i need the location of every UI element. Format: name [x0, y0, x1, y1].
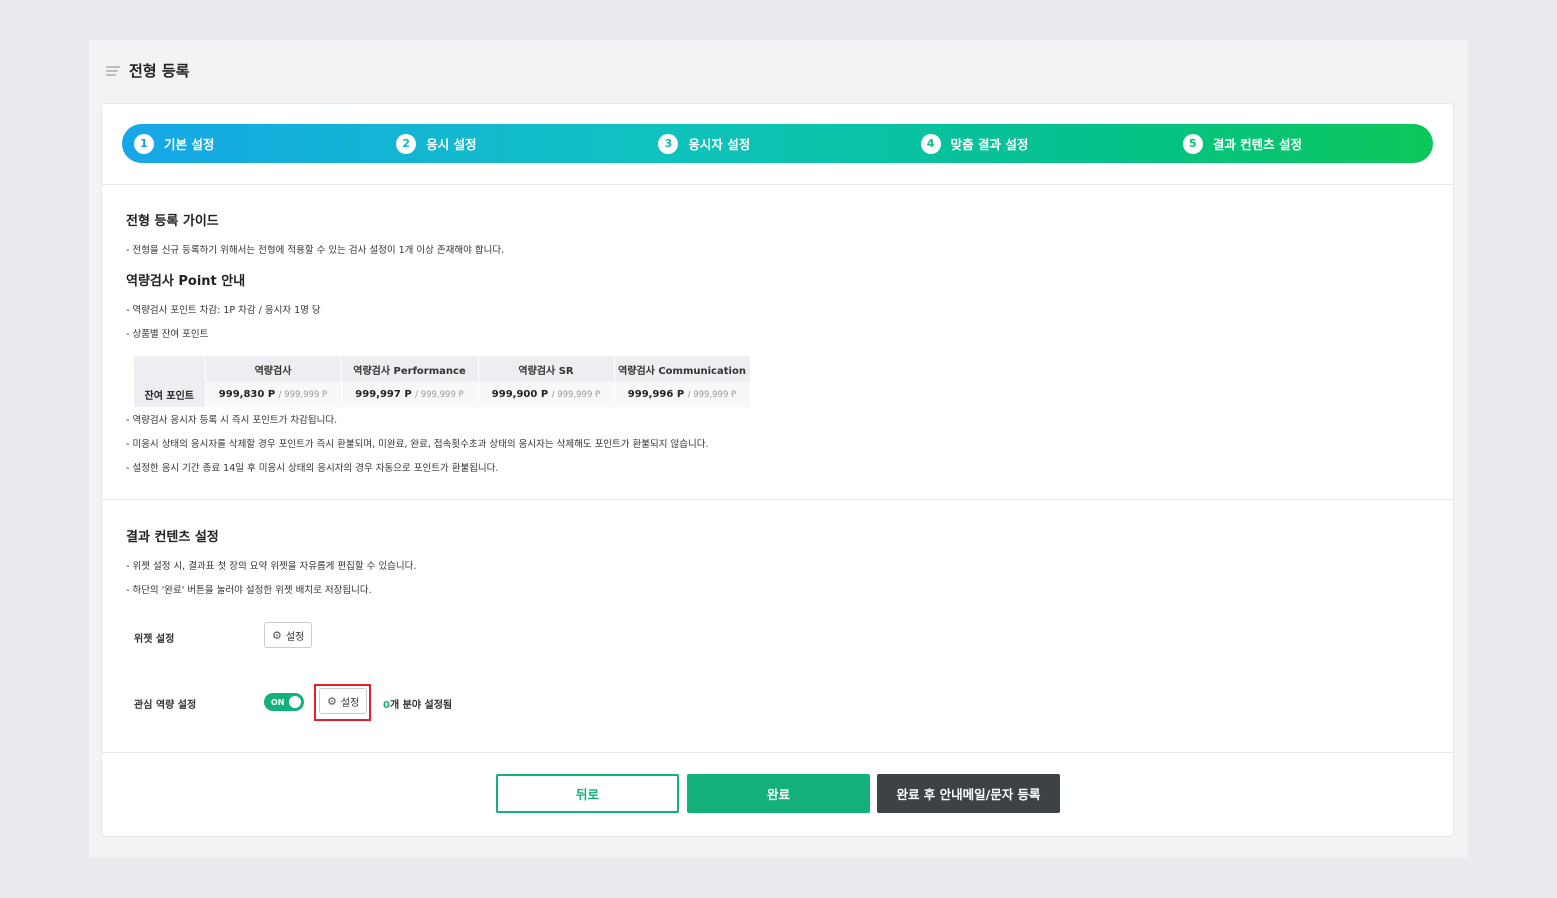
- point-note: - 설정한 응시 기간 종료 14일 후 미응시 상태의 응시자의 경우 자동으…: [126, 463, 499, 474]
- step-number: 2: [396, 133, 417, 154]
- points-value: 999,997 P: [355, 389, 412, 400]
- points-max: / 999,999 P: [415, 390, 464, 400]
- step-exam-settings[interactable]: 2 응시 설정: [384, 124, 646, 163]
- done-button[interactable]: 완료: [687, 774, 870, 813]
- interest-count-suffix: 개 분야 설정됨: [389, 700, 453, 711]
- point-note: - 역량검사 포인트 차감: 1P 차감 / 응시자 1명 당: [126, 305, 321, 316]
- step-number: 1: [134, 133, 154, 154]
- guide-section: 전형 등록 가이드 - 전형을 신규 등록하기 위해서는 전형에 적용할 수 있…: [126, 210, 1426, 490]
- progress-stepper: 1 기본 설정 2 응시 설정 3 응시자 설정 4 맞춤 결과 설정 5 결과…: [122, 124, 1433, 163]
- table-row: 잔여 포인트 999,830 P / 999,999 P 999,997 P /…: [134, 382, 751, 407]
- result-section: 결과 컨텐츠 설정 - 위젯 설정 시, 결과표 첫 장의 요약 위젯을 자유롭…: [126, 526, 1426, 756]
- step-label: 응시 설정: [426, 137, 477, 152]
- toggle-knob: [289, 696, 301, 708]
- back-button[interactable]: 뒤로: [496, 774, 679, 813]
- step-label: 결과 컨텐츠 설정: [1212, 137, 1303, 152]
- list-icon: [106, 65, 120, 76]
- button-label: 설정: [340, 697, 360, 709]
- result-note: - 위젯 설정 시, 결과표 첫 장의 요약 위젯을 자유롭게 편집할 수 있습…: [126, 561, 417, 572]
- row-label: 잔여 포인트: [134, 382, 206, 407]
- table-cell: 999,830 P / 999,999 P: [205, 382, 342, 407]
- points-max: / 999,999 P: [278, 390, 328, 400]
- points-table: 역량검사 역량검사 Performance 역량검사 SR 역량검사 Commu…: [134, 356, 751, 407]
- main-panel: 전형 등록 1 기본 설정 2 응시 설정 3 응시자 설정 4 맞춤 결과 설…: [89, 40, 1468, 858]
- page-title: 전형 등록: [129, 62, 190, 80]
- interest-competency-label: 관심 역량 설정: [134, 700, 197, 711]
- interest-count: 0: [383, 700, 390, 711]
- result-title: 결과 컨텐츠 설정: [126, 530, 219, 545]
- divider: [102, 752, 1453, 753]
- page-header: 전형 등록: [106, 60, 189, 81]
- points-value: 999,996 P: [627, 389, 685, 400]
- toggle-label: ON: [271, 697, 285, 707]
- step-label: 맞춤 결과 설정: [950, 137, 1029, 152]
- step-custom-result-settings[interactable]: 4 맞춤 결과 설정: [909, 124, 1171, 163]
- table-header: 역량검사 SR: [478, 356, 615, 382]
- divider: [102, 184, 1453, 185]
- table-header: 역량검사 Performance: [341, 356, 479, 382]
- points-value: 999,830 P: [218, 389, 276, 400]
- table-header: 역량검사 Communication: [614, 356, 751, 382]
- table-cell: 999,900 P / 999,999 P: [478, 382, 615, 407]
- step-number: 4: [920, 133, 941, 154]
- interest-toggle[interactable]: ON: [264, 693, 304, 711]
- result-note: - 하단의 '완료' 버튼을 눌러야 설정한 위젯 배치로 저장됩니다.: [126, 585, 372, 596]
- point-note: - 미응시 상태의 응시자를 삭제할 경우 포인트가 즉시 환불되며, 미완료,…: [126, 439, 709, 450]
- content-card: 1 기본 설정 2 응시 설정 3 응시자 설정 4 맞춤 결과 설정 5 결과…: [101, 103, 1454, 837]
- widget-setting-label: 위젯 설정: [134, 634, 175, 645]
- table-header-empty: [134, 356, 206, 382]
- step-label: 응시자 설정: [688, 137, 751, 152]
- step-applicant-settings[interactable]: 3 응시자 설정: [646, 124, 908, 163]
- point-title: 역량검사 Point 안내: [126, 274, 246, 289]
- widget-setting-button[interactable]: ⚙ 설정: [264, 622, 313, 648]
- button-label: 설정: [285, 631, 305, 643]
- gear-icon: ⚙: [327, 694, 337, 708]
- points-max: / 999,999 P: [687, 390, 737, 400]
- gear-icon: ⚙: [272, 628, 282, 642]
- step-label: 기본 설정: [164, 137, 215, 152]
- step-result-content-settings[interactable]: 5 결과 컨텐츠 설정: [1171, 124, 1433, 163]
- step-basic-settings[interactable]: 1 기본 설정: [122, 124, 384, 163]
- step-number: 3: [658, 133, 679, 154]
- table-cell: 999,997 P / 999,999 P: [341, 382, 479, 407]
- table-header: 역량검사: [205, 356, 342, 382]
- divider: [102, 499, 1453, 500]
- step-number: 5: [1182, 133, 1203, 154]
- interest-count-text: 0개 분야 설정됨: [383, 696, 452, 711]
- points-max: / 999,999 P: [551, 390, 601, 400]
- points-value: 999,900 P: [491, 389, 549, 400]
- done-and-register-mail-button[interactable]: 완료 후 안내메일/문자 등록: [877, 774, 1060, 813]
- table-header-row: 역량검사 역량검사 Performance 역량검사 SR 역량검사 Commu…: [134, 356, 751, 382]
- interest-setting-button[interactable]: ⚙ 설정: [319, 688, 368, 714]
- point-note: - 역량검사 응시자 등록 시 즉시 포인트가 차감됩니다.: [126, 415, 338, 426]
- guide-title: 전형 등록 가이드: [126, 214, 219, 229]
- table-cell: 999,996 P / 999,999 P: [614, 382, 751, 407]
- guide-note: - 전형을 신규 등록하기 위해서는 전형에 적용할 수 있는 검사 설정이 1…: [126, 245, 505, 256]
- point-note: - 상품별 잔여 포인트: [126, 329, 209, 340]
